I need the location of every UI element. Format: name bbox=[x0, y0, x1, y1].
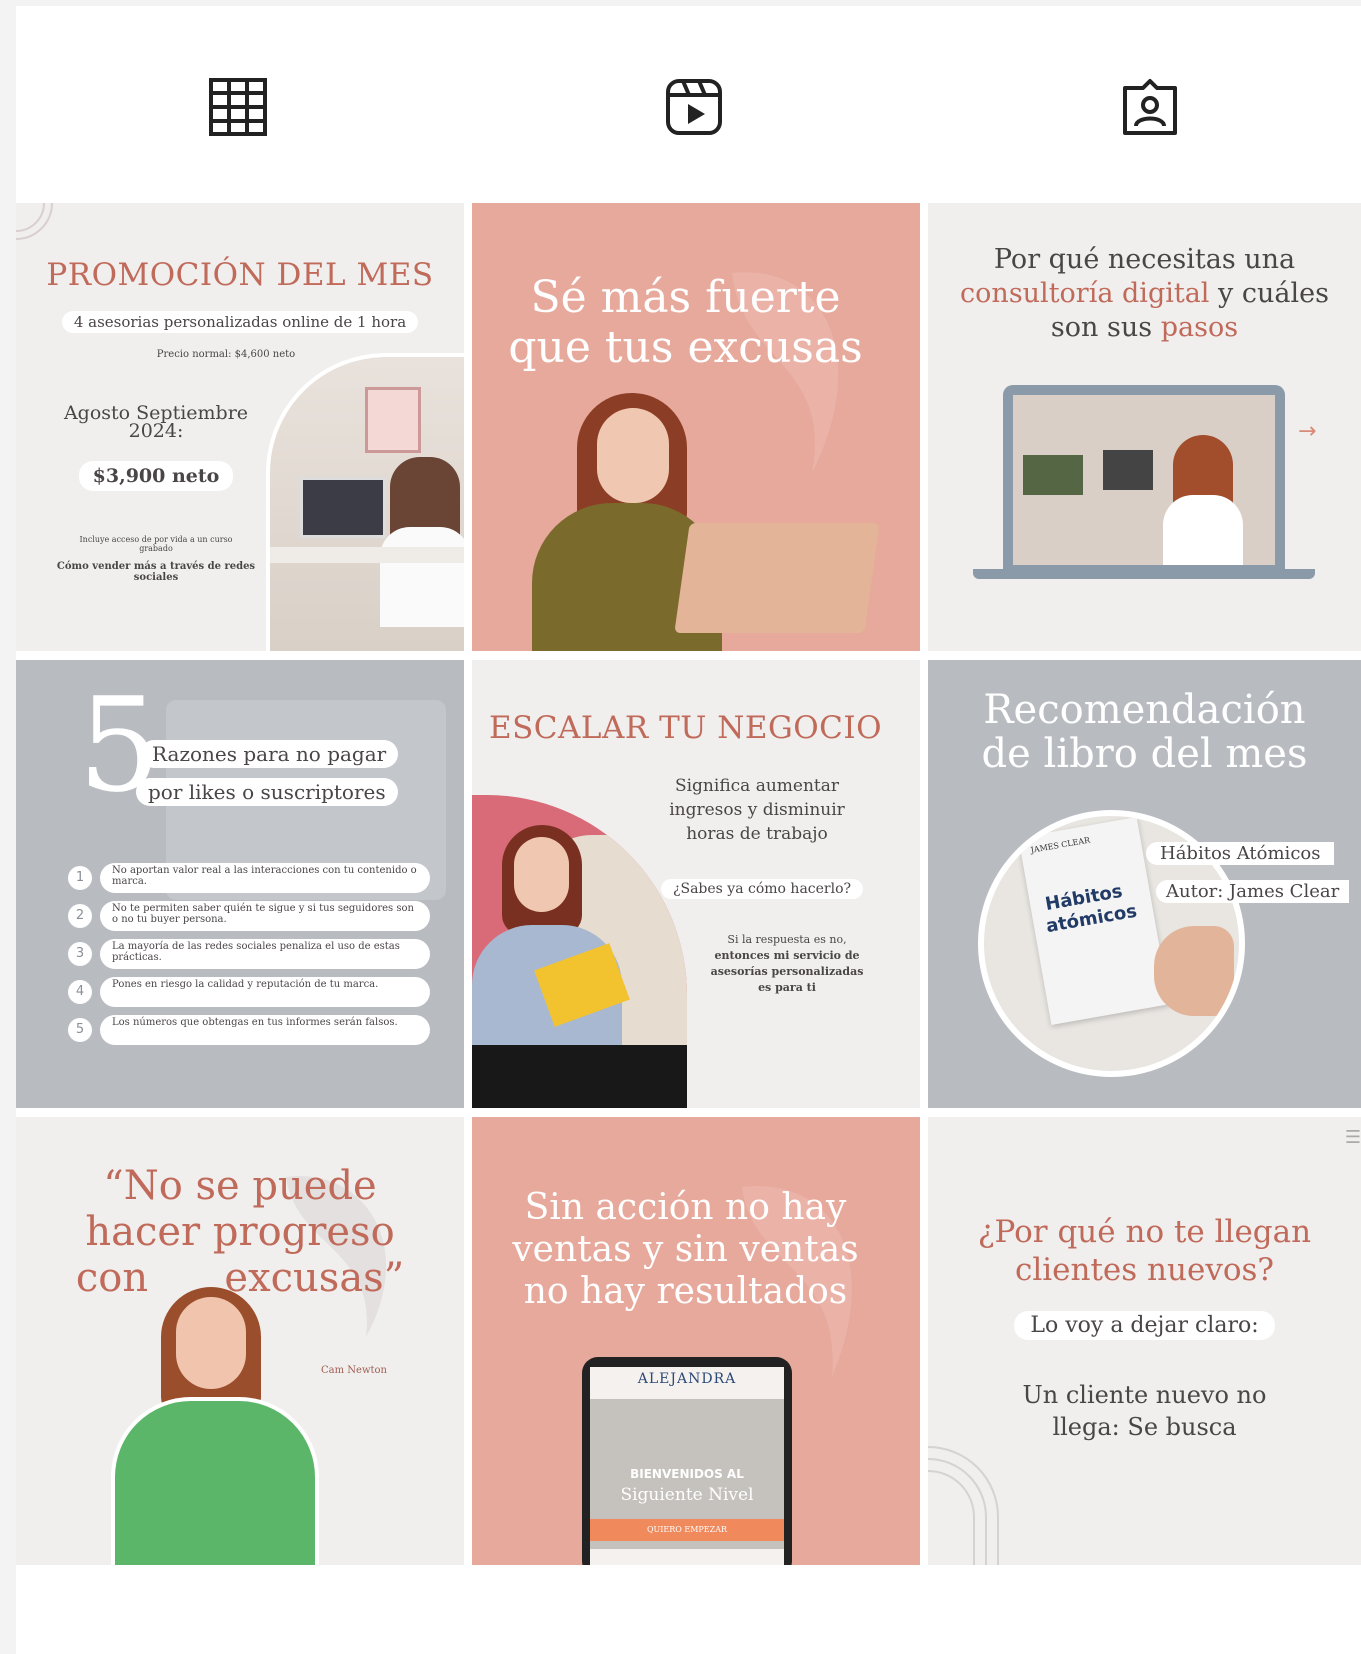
post-se-mas-fuerte[interactable]: Sé más fuerte que tus excusas bbox=[472, 203, 920, 651]
promo-include-note: Incluye acceso de por vida a un curso gr… bbox=[79, 535, 233, 553]
reason-number: 1 bbox=[68, 866, 92, 890]
post9-body2: llega: Se busca bbox=[1052, 1413, 1237, 1441]
reason-text: Pones en riesgo la calidad y reputación … bbox=[100, 977, 430, 1007]
laptop bbox=[674, 523, 880, 633]
promo-title: PROMOCIÓN DEL MES bbox=[46, 257, 434, 293]
post-clientes-nuevos[interactable]: ¿Por qué no te llegan clientes nuevos? L… bbox=[928, 1117, 1361, 1565]
promo-course: Cómo vender más a través de redes social… bbox=[56, 561, 256, 583]
woman-face bbox=[597, 408, 669, 503]
post5-body2: ingresos y disminuir bbox=[669, 800, 845, 820]
post5-answer2: entonces mi servicio de bbox=[714, 949, 860, 962]
post3-line2: consultoría digital y cuáles bbox=[928, 277, 1361, 311]
reason-item: 5 Los números que obtengas en tus informe… bbox=[68, 1015, 448, 1045]
laptop-base bbox=[973, 569, 1315, 579]
post5-question: ¿Sabes ya cómo hacerlo? bbox=[660, 879, 864, 899]
post-sin-accion[interactable]: Sin acción no hay ventas y sin ventas no… bbox=[472, 1117, 920, 1565]
post-escalar-tu-negocio[interactable]: ESCALAR TU NEGOCIO Significa aumentar in… bbox=[472, 660, 920, 1108]
menu-icon: ☰ bbox=[1344, 1127, 1361, 1148]
post7-line3: con excusas” bbox=[75, 1255, 405, 1301]
grid-icon bbox=[209, 78, 267, 136]
arrow-right-icon: → bbox=[1298, 419, 1317, 444]
post3-line3a: son sus bbox=[1050, 312, 1161, 343]
post3-line1: Por qué necesitas una bbox=[993, 244, 1296, 275]
book-title-pill: Hábitos Atómicos bbox=[1146, 842, 1335, 865]
promo-year: 2024: bbox=[128, 420, 184, 442]
post4-heading1: Razones para no pagar bbox=[140, 740, 399, 768]
post5-answer1: Si la respuesta es no, bbox=[727, 933, 847, 946]
post8-line1: Sin acción no hay bbox=[524, 1187, 847, 1228]
reason-item: 3 La mayoría de las redes sociales penali… bbox=[68, 939, 448, 969]
reason-text: La mayoría de las redes sociales penaliz… bbox=[100, 939, 430, 969]
post9-body1: Un cliente nuevo no bbox=[1022, 1381, 1267, 1409]
post3-line3: son sus pasos bbox=[928, 311, 1361, 345]
post9-pill: Lo voy a dejar claro: bbox=[1014, 1311, 1275, 1340]
post5-title: ESCALAR TU NEGOCIO bbox=[488, 710, 883, 746]
post9-line2: clientes nuevos? bbox=[1014, 1252, 1275, 1288]
reason-number: 5 bbox=[68, 1018, 92, 1042]
post5-answer4: es para ti bbox=[758, 981, 816, 994]
arc-decoration bbox=[16, 203, 53, 240]
post3-mid: y cuáles bbox=[1209, 278, 1329, 309]
reason-text: No te permiten saber quién te sigue y si… bbox=[100, 901, 430, 931]
promo-subtitle: 4 asesorias personalizadas online de 1 h… bbox=[61, 311, 419, 333]
promo-normal-price: Precio normal: $4,600 neto bbox=[156, 349, 296, 360]
post-cita-cam-newton[interactable]: “No se puede hacer progreso con excusas”… bbox=[16, 1117, 464, 1565]
tab-posts-grid[interactable] bbox=[203, 72, 273, 142]
post2-line1: Sé más fuerte bbox=[530, 272, 841, 323]
post2-line2: que tus excusas bbox=[508, 322, 863, 373]
post-libro-del-mes[interactable]: Recomendación de libro del mes JAMES CLE… bbox=[928, 660, 1361, 1108]
book-author-pill: Autor: James Clear bbox=[1156, 880, 1350, 903]
reason-number: 3 bbox=[68, 942, 92, 966]
post6-line1: Recomendación bbox=[983, 687, 1306, 733]
reason-item: 1 No aportan valor real a las interaccion… bbox=[68, 863, 448, 893]
woman-green-top bbox=[111, 1397, 319, 1565]
reason-text: Los números que obtengas en tus informes… bbox=[100, 1015, 430, 1045]
reason-number: 2 bbox=[68, 904, 92, 928]
post9-line1: ¿Por qué no te llegan bbox=[977, 1214, 1312, 1250]
reason-text: No aportan valor real a las interaccione… bbox=[100, 863, 430, 893]
post8-line2: ventas y sin ventas bbox=[512, 1229, 859, 1270]
reason-number: 4 bbox=[68, 980, 92, 1004]
woman-reading-photo bbox=[472, 795, 687, 1108]
tablet-welcome1: BIENVENIDOS AL bbox=[630, 1467, 744, 1481]
reels-icon bbox=[666, 79, 722, 135]
laptop-screen bbox=[1003, 385, 1285, 575]
tab-tagged[interactable] bbox=[1115, 72, 1185, 142]
office-photo bbox=[266, 353, 464, 651]
promo-price: $3,900 neto bbox=[78, 461, 234, 491]
post5-answer3: asesorías personalizadas bbox=[710, 965, 864, 978]
post-consultoria-digital[interactable]: Por qué necesitas una consultoría digita… bbox=[928, 203, 1361, 651]
profile-frame: PROMOCIÓN DEL MES 4 asesorias personaliz… bbox=[16, 6, 1361, 1654]
post3-accent1: consultoría digital bbox=[960, 278, 1210, 309]
post-5-razones[interactable]: 5 Razones para no pagar por likes o susc… bbox=[16, 660, 464, 1108]
post7-line2: hacer progreso bbox=[85, 1209, 395, 1255]
post3-accent2: pasos bbox=[1160, 312, 1239, 343]
tablet-welcome2: Siguiente Nivel bbox=[620, 1485, 754, 1505]
tab-reels[interactable] bbox=[659, 72, 729, 142]
book-cover-author: JAMES CLEAR bbox=[1029, 835, 1091, 855]
tagged-person-icon bbox=[1123, 79, 1177, 135]
reason-item: 4 Pones en riesgo la calidad y reputación… bbox=[68, 977, 448, 1007]
post4-heading2: por likes o suscriptores bbox=[136, 778, 398, 806]
arc-decoration bbox=[928, 1446, 999, 1565]
post-promocion-del-mes[interactable]: PROMOCIÓN DEL MES 4 asesorias personaliz… bbox=[16, 203, 464, 651]
tablet-cta: QUIERO EMPEZAR bbox=[590, 1519, 784, 1541]
woman-face bbox=[176, 1297, 246, 1389]
tablet-brand: ALEJANDRA bbox=[637, 1371, 737, 1387]
profile-tab-bar bbox=[16, 6, 1361, 202]
post8-line3: no hay resultados bbox=[523, 1271, 848, 1312]
post5-body1: Significa aumentar bbox=[674, 776, 840, 796]
post6-line2: de libro del mes bbox=[981, 731, 1308, 777]
reason-item: 2 No te permiten saber quién te sigue y s… bbox=[68, 901, 448, 931]
tablet: ALEJANDRA BIENVENIDOS AL Siguiente Nivel… bbox=[582, 1357, 792, 1565]
post7-line1: “No se puede bbox=[103, 1163, 377, 1209]
post5-body3: horas de trabajo bbox=[686, 824, 828, 844]
post7-author: Cam Newton bbox=[321, 1365, 387, 1376]
